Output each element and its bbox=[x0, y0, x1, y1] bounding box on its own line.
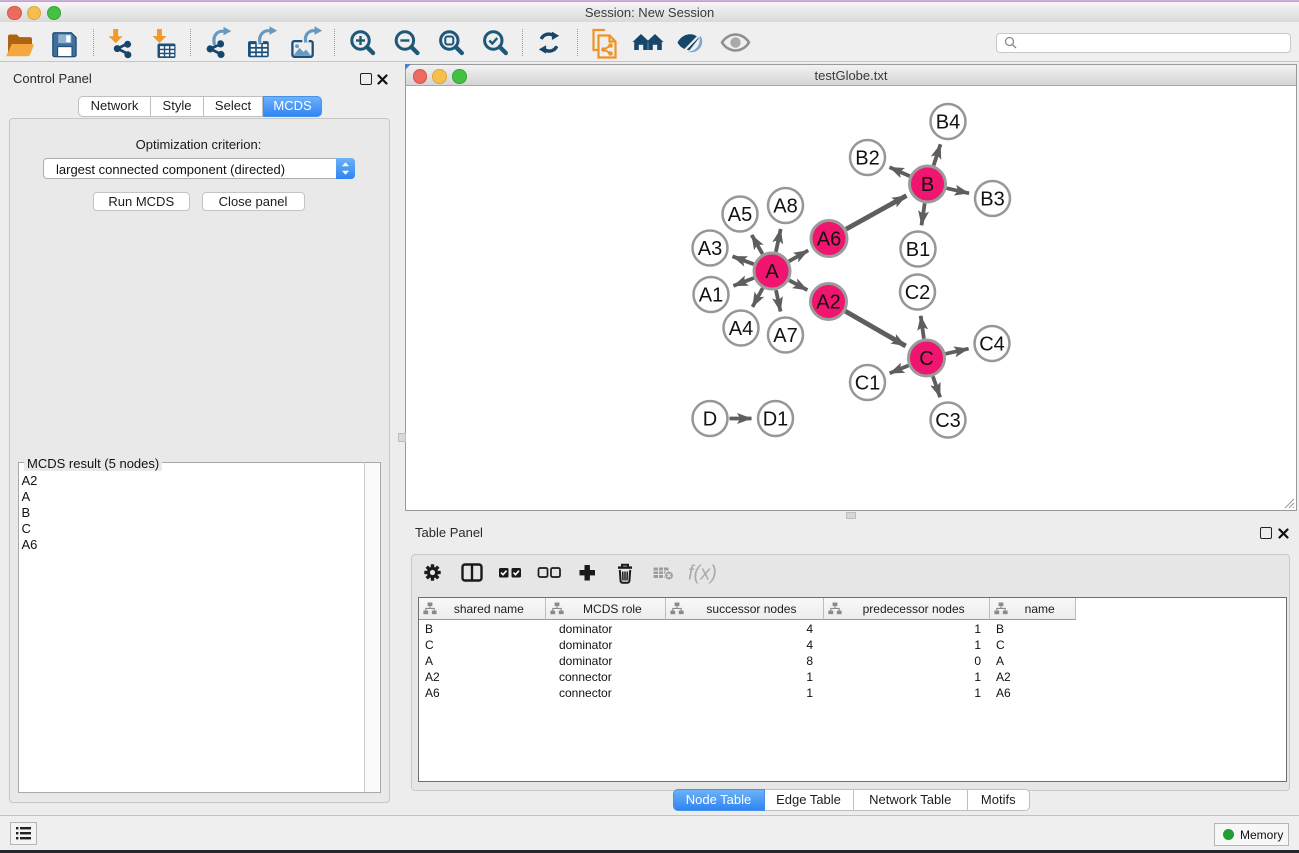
svg-text:A2: A2 bbox=[816, 291, 840, 313]
svg-text:A7: A7 bbox=[773, 325, 797, 347]
svg-text:C4: C4 bbox=[979, 333, 1005, 355]
svg-text:C3: C3 bbox=[935, 410, 961, 432]
svg-text:A4: A4 bbox=[729, 318, 753, 340]
svg-text:B4: B4 bbox=[936, 111, 960, 133]
svg-text:C2: C2 bbox=[905, 282, 931, 304]
svg-text:B: B bbox=[921, 174, 934, 196]
svg-text:A5: A5 bbox=[728, 204, 752, 226]
svg-text:A8: A8 bbox=[773, 195, 797, 217]
svg-text:D1: D1 bbox=[763, 408, 789, 430]
svg-text:f(x): f(x) bbox=[688, 563, 717, 585]
svg-text:B3: B3 bbox=[980, 188, 1004, 210]
svg-text:A6: A6 bbox=[817, 228, 841, 250]
svg-text:C: C bbox=[919, 348, 933, 370]
svg-text:A3: A3 bbox=[698, 238, 722, 260]
svg-text:A: A bbox=[765, 261, 779, 283]
svg-text:D: D bbox=[703, 408, 717, 430]
svg-text:A1: A1 bbox=[699, 284, 723, 306]
svg-text:C1: C1 bbox=[855, 372, 881, 394]
svg-text:B2: B2 bbox=[855, 147, 879, 169]
svg-text:B1: B1 bbox=[906, 239, 930, 261]
